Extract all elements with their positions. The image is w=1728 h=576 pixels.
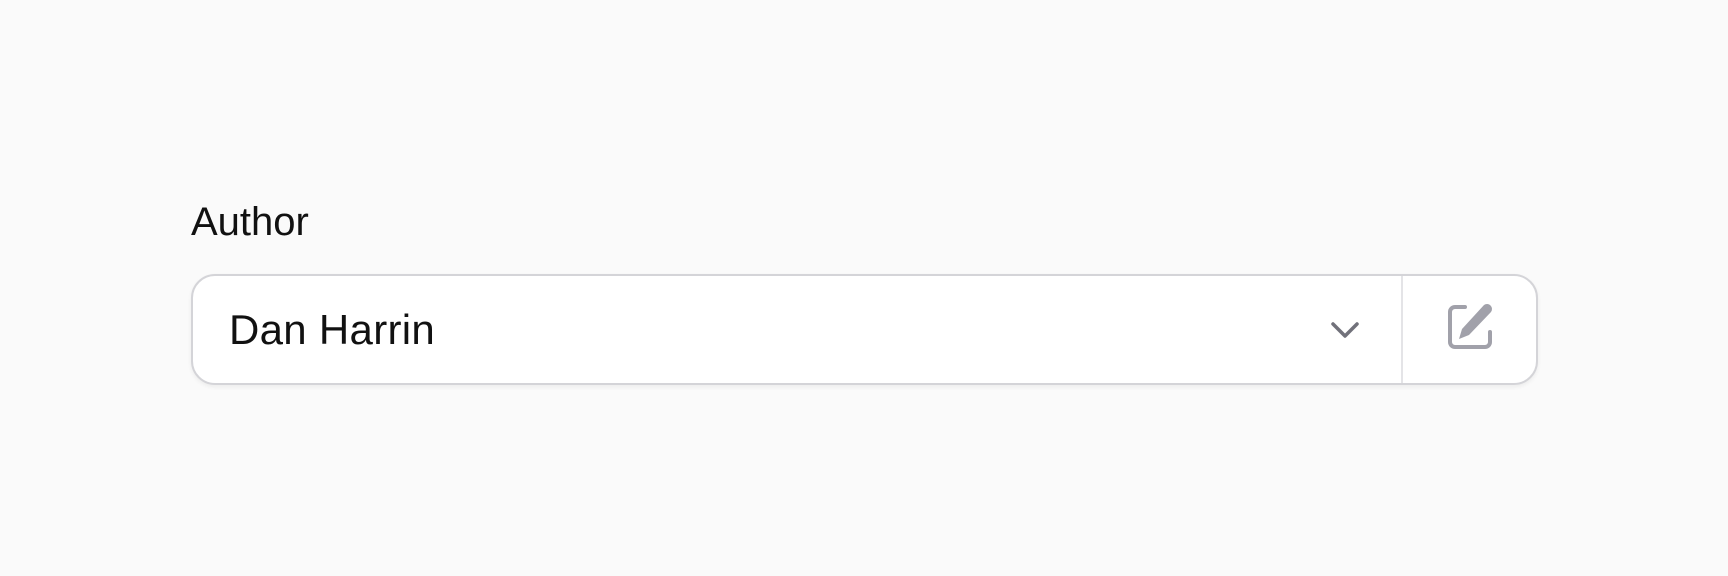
edit-author-button[interactable] [1403,276,1536,383]
author-select[interactable]: Dan Harrin [193,276,1401,383]
chevron-down-icon[interactable] [1329,314,1361,346]
author-selected-value: Dan Harrin [229,305,436,353]
author-select-group: Dan Harrin [191,274,1538,385]
pencil-square-icon [1445,302,1495,357]
author-label: Author [191,200,309,244]
author-field: Author Dan Harrin [191,196,1538,385]
